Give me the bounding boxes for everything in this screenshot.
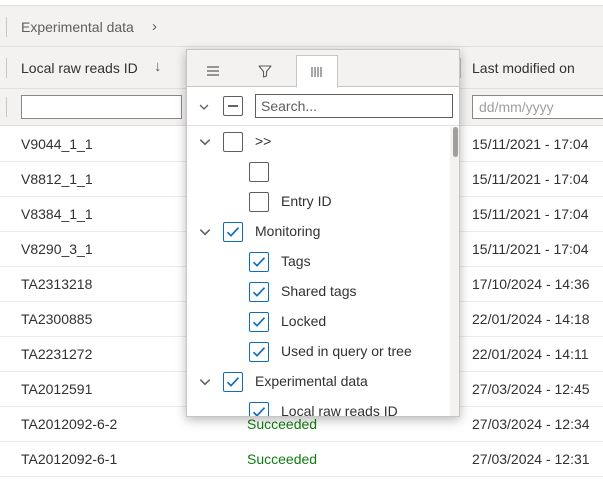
cell-local-raw-reads-id: V8812_1_1 bbox=[21, 171, 93, 187]
tab-general[interactable] bbox=[192, 55, 234, 87]
column-item-label: >> bbox=[255, 133, 272, 149]
column-menu-tabs bbox=[187, 50, 459, 88]
column-item-label: Monitoring bbox=[255, 223, 321, 239]
column-menu-popup: >> Entry ID Monitoring Tags Shared tags Locke… bbox=[186, 49, 460, 417]
cell-last-modified-on: 22/01/2024 - 14:18 bbox=[472, 311, 590, 327]
column-checkbox[interactable] bbox=[249, 252, 269, 272]
column-item[interactable] bbox=[187, 157, 449, 187]
chevron-right-icon[interactable]: › bbox=[152, 18, 157, 35]
column-checkbox[interactable] bbox=[249, 312, 269, 332]
cell-last-modified-on: 17/10/2024 - 14:36 bbox=[472, 276, 590, 292]
column-header-local-raw-reads-id[interactable]: Local raw reads ID bbox=[21, 60, 138, 76]
scrollbar-thumb[interactable] bbox=[453, 127, 458, 157]
cell-local-raw-reads-id: TA2300885 bbox=[21, 311, 93, 327]
column-search-row bbox=[187, 88, 459, 126]
column-separator[interactable] bbox=[6, 97, 7, 117]
id-filter-input[interactable] bbox=[21, 95, 182, 119]
columns-icon bbox=[311, 66, 322, 77]
cell-local-raw-reads-id: V9044_1_1 bbox=[21, 136, 93, 152]
column-group-header: Experimental data › bbox=[0, 5, 603, 47]
cell-status: Succeeded bbox=[247, 416, 318, 432]
column-item-label: Tags bbox=[281, 253, 311, 269]
select-all-checkbox[interactable] bbox=[223, 96, 243, 116]
cell-last-modified-on: 22/01/2024 - 14:11 bbox=[472, 346, 589, 362]
column-list-scrollbar[interactable] bbox=[450, 127, 459, 416]
column-checkbox[interactable] bbox=[249, 402, 269, 416]
column-checkbox[interactable] bbox=[223, 222, 243, 242]
cell-local-raw-reads-id: TA2012591 bbox=[21, 381, 93, 397]
cell-last-modified-on: 15/11/2021 - 17:04 bbox=[472, 241, 589, 257]
column-item[interactable]: Entry ID bbox=[187, 187, 449, 217]
tab-filter[interactable] bbox=[244, 55, 286, 87]
column-group-item[interactable]: >> bbox=[187, 127, 449, 157]
cell-local-raw-reads-id: V8290_3_1 bbox=[21, 241, 93, 257]
column-item-label: Experimental data bbox=[255, 373, 368, 389]
column-separator[interactable] bbox=[6, 17, 7, 37]
cell-status: Succeeded bbox=[247, 451, 318, 467]
column-checkbox[interactable] bbox=[249, 192, 269, 212]
column-item[interactable]: Local raw reads ID bbox=[187, 397, 449, 417]
column-checkbox[interactable] bbox=[249, 342, 269, 362]
column-item-label: Entry ID bbox=[281, 193, 332, 209]
column-checkbox[interactable] bbox=[249, 162, 269, 182]
cell-last-modified-on: 27/03/2024 - 12:34 bbox=[472, 416, 590, 432]
sort-descending-icon[interactable]: ↓ bbox=[154, 58, 162, 75]
menu-icon bbox=[207, 66, 219, 76]
group-header-label: Experimental data bbox=[21, 19, 134, 35]
column-search-input[interactable] bbox=[255, 94, 453, 118]
column-checkbox[interactable] bbox=[249, 282, 269, 302]
cell-last-modified-on: 27/03/2024 - 12:45 bbox=[472, 381, 590, 397]
column-group-item[interactable]: Experimental data bbox=[187, 367, 449, 397]
column-item-label: Local raw reads ID bbox=[281, 403, 398, 417]
tab-columns[interactable] bbox=[296, 55, 338, 88]
date-filter-input[interactable] bbox=[472, 95, 603, 119]
column-item-label: Shared tags bbox=[281, 283, 357, 299]
cell-last-modified-on: 15/11/2021 - 17:04 bbox=[472, 171, 589, 187]
cell-local-raw-reads-id: V8384_1_1 bbox=[21, 206, 93, 222]
column-list: >> Entry ID Monitoring Tags Shared tags Locke… bbox=[187, 127, 449, 417]
column-checkbox[interactable] bbox=[223, 132, 243, 152]
cell-last-modified-on: 15/11/2021 - 17:04 bbox=[472, 206, 589, 222]
column-item[interactable]: Used in query or tree bbox=[187, 337, 449, 367]
cell-local-raw-reads-id: TA2012092-6-2 bbox=[21, 416, 118, 432]
cell-last-modified-on: 27/03/2024 - 12:31 bbox=[472, 451, 590, 467]
cell-local-raw-reads-id: TA2313218 bbox=[21, 276, 93, 292]
column-item-label: Locked bbox=[281, 313, 327, 329]
filter-icon bbox=[258, 64, 272, 78]
table-row[interactable]: TA2012092-6-1 Succeeded 27/03/2024 - 12:31 bbox=[0, 442, 603, 477]
column-header-last-modified-on[interactable]: Last modified on bbox=[472, 60, 575, 76]
cell-local-raw-reads-id: TA2012092-6-1 bbox=[21, 451, 118, 467]
column-group-item[interactable]: Monitoring bbox=[187, 217, 449, 247]
column-separator[interactable] bbox=[460, 58, 461, 78]
column-item-label: Used in query or tree bbox=[281, 343, 412, 359]
cell-local-raw-reads-id: TA2231272 bbox=[21, 346, 93, 362]
chevron-down-icon[interactable] bbox=[198, 101, 210, 113]
column-item[interactable]: Shared tags bbox=[187, 277, 449, 307]
column-item[interactable]: Locked bbox=[187, 307, 449, 337]
column-checkbox[interactable] bbox=[223, 372, 243, 392]
column-separator[interactable] bbox=[6, 58, 7, 78]
column-item[interactable]: Tags bbox=[187, 247, 449, 277]
cell-last-modified-on: 15/11/2021 - 17:04 bbox=[472, 136, 589, 152]
